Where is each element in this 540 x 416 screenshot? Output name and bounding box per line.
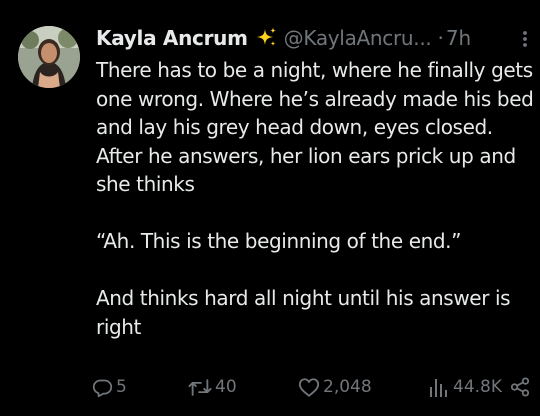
separator-dot: · xyxy=(437,26,444,50)
like-count: 2,048 xyxy=(323,377,372,397)
tweet-header: Kayla Ancrum @KaylaAncru... · 7h xyxy=(96,22,536,54)
reply-icon xyxy=(92,377,113,398)
user-handle[interactable]: @KaylaAncru... xyxy=(284,22,432,54)
tweet-paragraph: There has to be a night, where he finall… xyxy=(96,58,534,196)
like-button[interactable]: 2,048 xyxy=(298,372,372,402)
views-button[interactable]: 44.8K xyxy=(428,372,502,402)
action-bar: 5 40 2,048 44.8K xyxy=(92,372,536,402)
views-icon xyxy=(428,377,450,398)
tweet[interactable]: Kayla Ancrum @KaylaAncru... · 7h There h… xyxy=(0,0,540,416)
sparkles-icon xyxy=(254,26,278,50)
repost-icon xyxy=(188,377,212,398)
views-count: 44.8K xyxy=(453,377,502,397)
tweet-paragraph: “Ah. This is the beginning of the end.” xyxy=(96,229,462,253)
tweet-content: Kayla Ancrum @KaylaAncru... · 7h There h… xyxy=(96,22,536,341)
repost-button[interactable]: 40 xyxy=(188,372,237,402)
share-icon xyxy=(510,377,530,397)
avatar[interactable] xyxy=(18,26,80,88)
reply-button[interactable]: 5 xyxy=(92,372,127,402)
heart-icon xyxy=(298,377,320,398)
more-options-icon[interactable] xyxy=(522,30,528,48)
repost-count: 40 xyxy=(215,377,237,397)
display-name[interactable]: Kayla Ancrum xyxy=(96,22,248,54)
reply-count: 5 xyxy=(116,377,127,397)
timestamp[interactable]: 7h xyxy=(446,22,471,54)
share-button[interactable] xyxy=(510,372,530,402)
tweet-paragraph: And thinks hard all night until his answ… xyxy=(96,286,511,339)
tweet-text: There has to be a night, where he finall… xyxy=(96,56,536,341)
